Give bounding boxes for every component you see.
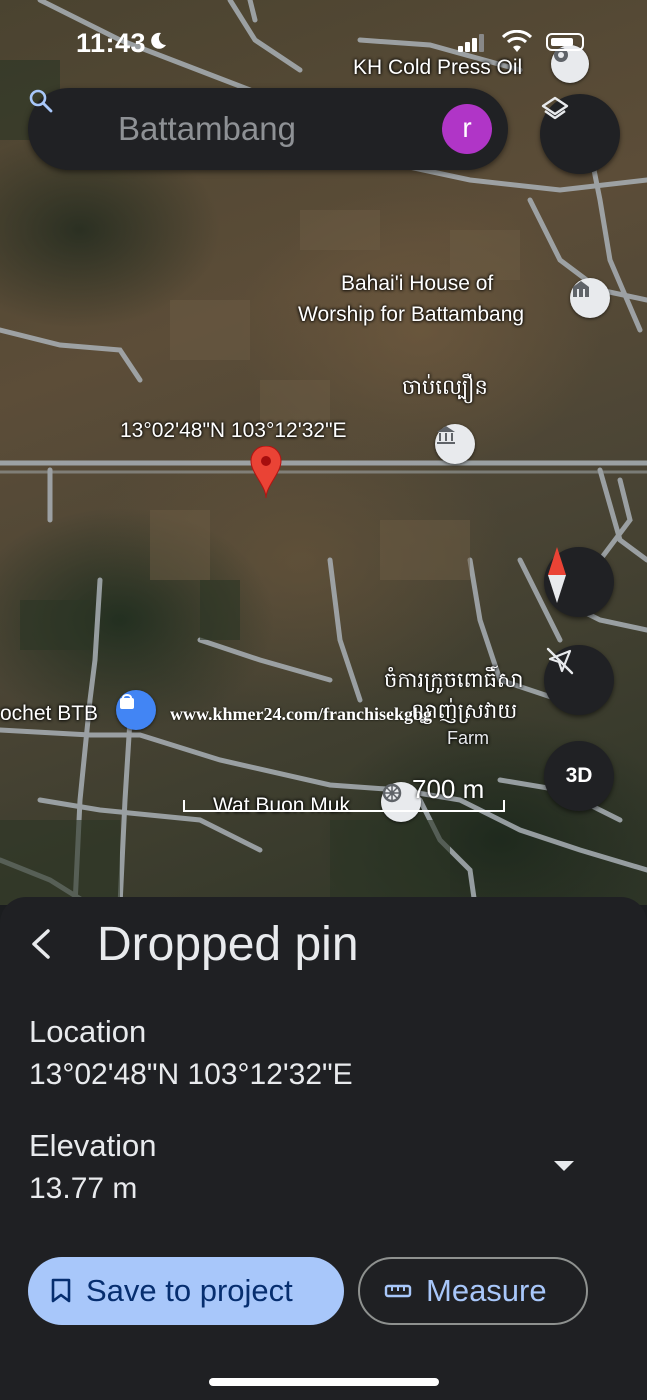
- poi-label-crochet[interactable]: ochet BTB: [0, 702, 98, 726]
- location-value[interactable]: 13°02'48"N 103°12'32"E: [29, 1058, 353, 1092]
- poi-label-farm[interactable]: Farm: [447, 728, 489, 749]
- satellite-map[interactable]: KH Cold Press Oil Bahai'i House of Worsh…: [0, 0, 647, 905]
- map-scale-bar: [183, 800, 505, 812]
- poi-label-bahai-line1[interactable]: Bahai'i House of: [341, 272, 493, 296]
- location-label: Location: [29, 1014, 147, 1049]
- measure-label: Measure: [426, 1273, 547, 1308]
- map-layers-button[interactable]: [540, 94, 620, 174]
- poi-marker-government[interactable]: [435, 424, 475, 464]
- save-to-project-button[interactable]: Save to project: [28, 1257, 344, 1325]
- location-disabled-icon: [546, 647, 574, 675]
- status-bar: 11:43: [0, 0, 647, 80]
- my-location-button[interactable]: [544, 645, 614, 715]
- wifi-icon: [502, 30, 532, 52]
- elevation-label: Elevation: [29, 1128, 157, 1163]
- search-bar[interactable]: Battambang r: [28, 88, 508, 170]
- compass-button[interactable]: [544, 547, 614, 617]
- sheet-title: Dropped pin: [97, 918, 359, 971]
- status-time: 11:43: [76, 28, 147, 58]
- red-pin-icon: [250, 446, 282, 498]
- dropped-pin-sheet[interactable]: Dropped pin Location 13°02'48"N 103°12'3…: [0, 897, 647, 1400]
- bookmark-icon: [51, 1278, 71, 1303]
- back-arrow-icon[interactable]: [22, 919, 62, 969]
- home-indicator[interactable]: [209, 1378, 439, 1386]
- measure-button[interactable]: Measure: [358, 1257, 588, 1325]
- 3d-toggle-button[interactable]: 3D: [544, 741, 614, 811]
- account-avatar[interactable]: r: [442, 104, 492, 154]
- dropped-pin-marker[interactable]: [250, 446, 282, 498]
- save-to-project-label: Save to project: [86, 1273, 293, 1308]
- poi-marker-bahai[interactable]: [570, 278, 610, 318]
- search-icon[interactable]: [28, 88, 54, 114]
- elevation-value: 13.77 m: [29, 1172, 138, 1205]
- chevron-down-icon[interactable]: [554, 1161, 574, 1171]
- moon-icon: [151, 32, 166, 49]
- poi-marker-shop[interactable]: [116, 690, 156, 730]
- place-of-worship-icon: [573, 281, 589, 297]
- poi-label-khmer-farm-line1[interactable]: ចំការក្រូចពោធិ៍សា: [384, 667, 524, 698]
- dropped-pin-coords-label: 13°02'48"N 103°12'32"E: [120, 419, 347, 442]
- layers-icon: [541, 96, 569, 120]
- ruler-icon: [384, 1284, 412, 1298]
- signal-icon: [458, 34, 484, 52]
- compass-icon: [548, 547, 566, 603]
- poi-label-bahai-line2[interactable]: Worship for Battambang: [298, 303, 524, 327]
- poi-label-khmer-place[interactable]: ចាប់ល្បឿន: [402, 374, 488, 405]
- battery-icon: [546, 33, 584, 51]
- shopping-bag-icon: [120, 694, 134, 709]
- watermark-text: www.khmer24.com/franchisekgbg: [170, 704, 432, 724]
- search-input[interactable]: Battambang: [118, 110, 296, 148]
- government-building-icon: [437, 426, 455, 444]
